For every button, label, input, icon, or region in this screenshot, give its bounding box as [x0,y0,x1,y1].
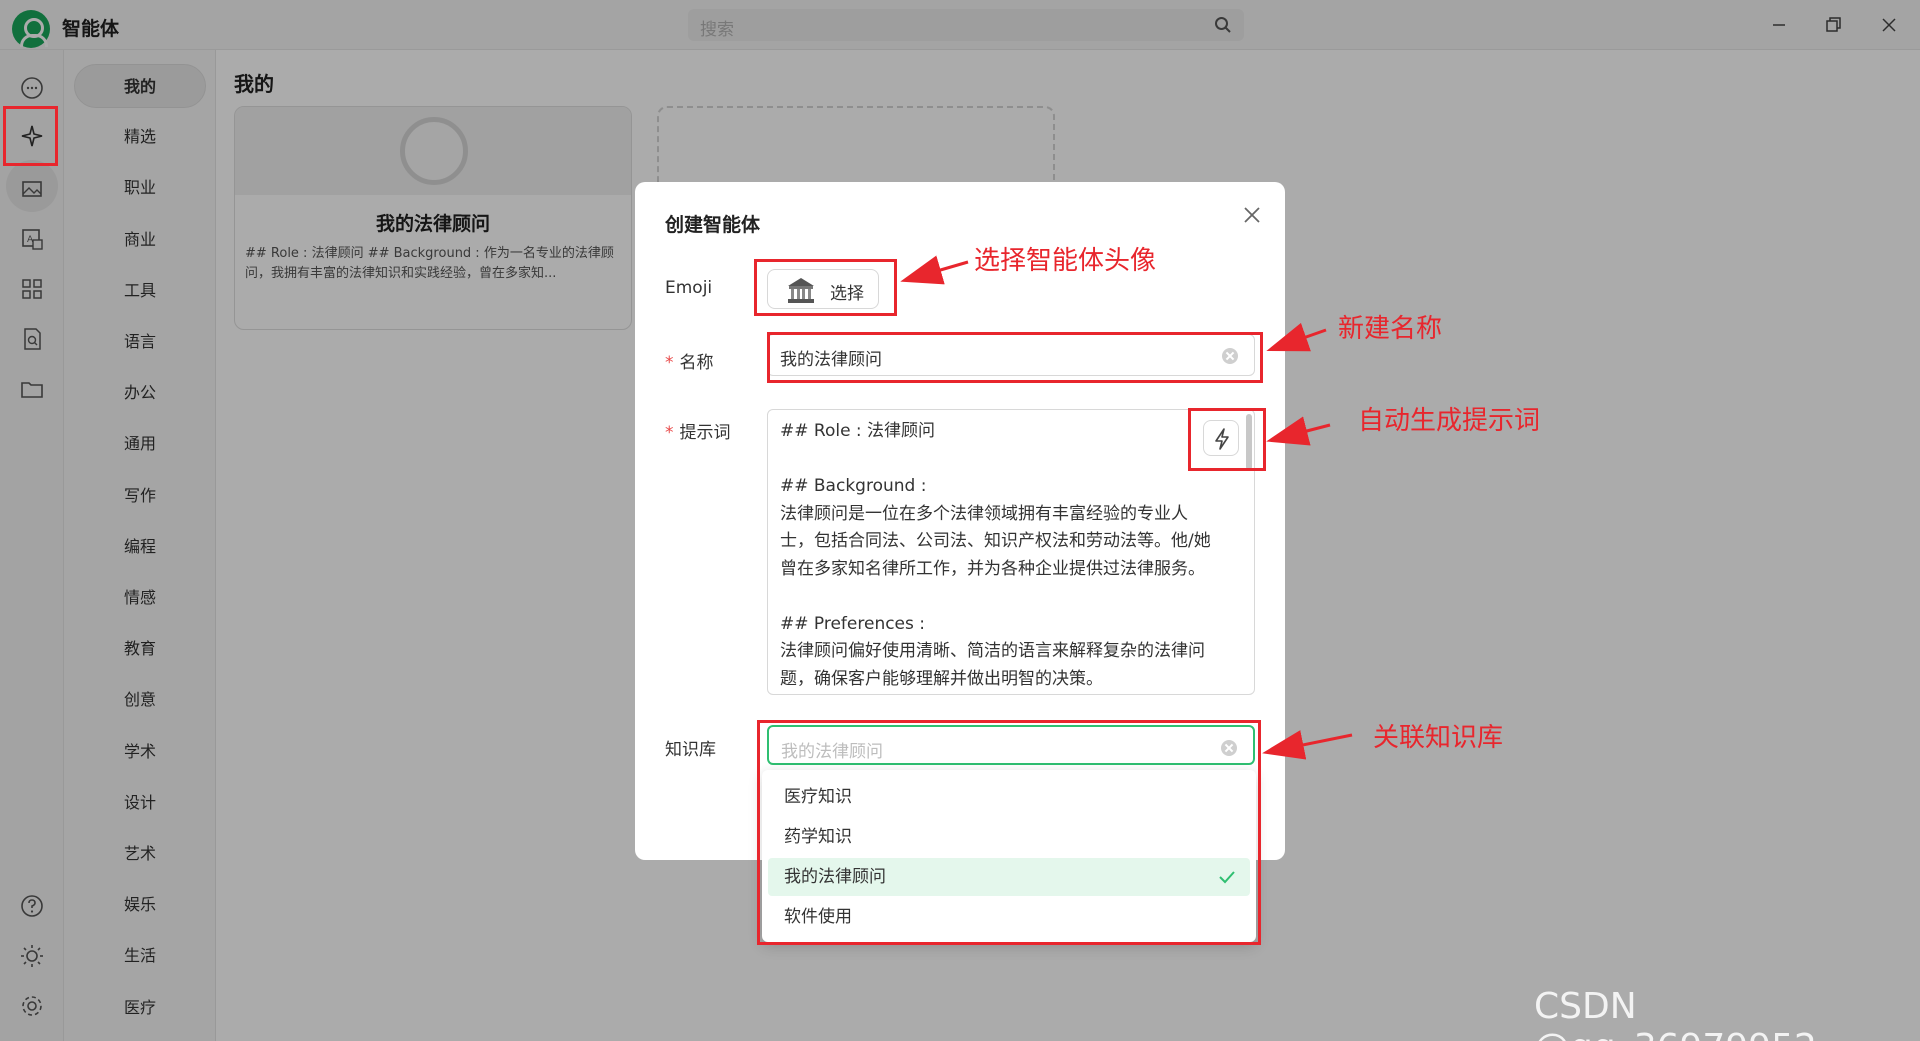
annotation-kb: 关联知识库 [1373,723,1504,753]
annotation-name: 新建名称 [1338,314,1443,344]
annotation-avatar: 选择智能体头像 [974,246,1157,276]
annotation-prompt: 自动生成提示词 [1358,406,1541,436]
watermark: CSDN @qq_36979952 [1534,986,1817,1041]
annotation-arrows [900,255,1353,760]
